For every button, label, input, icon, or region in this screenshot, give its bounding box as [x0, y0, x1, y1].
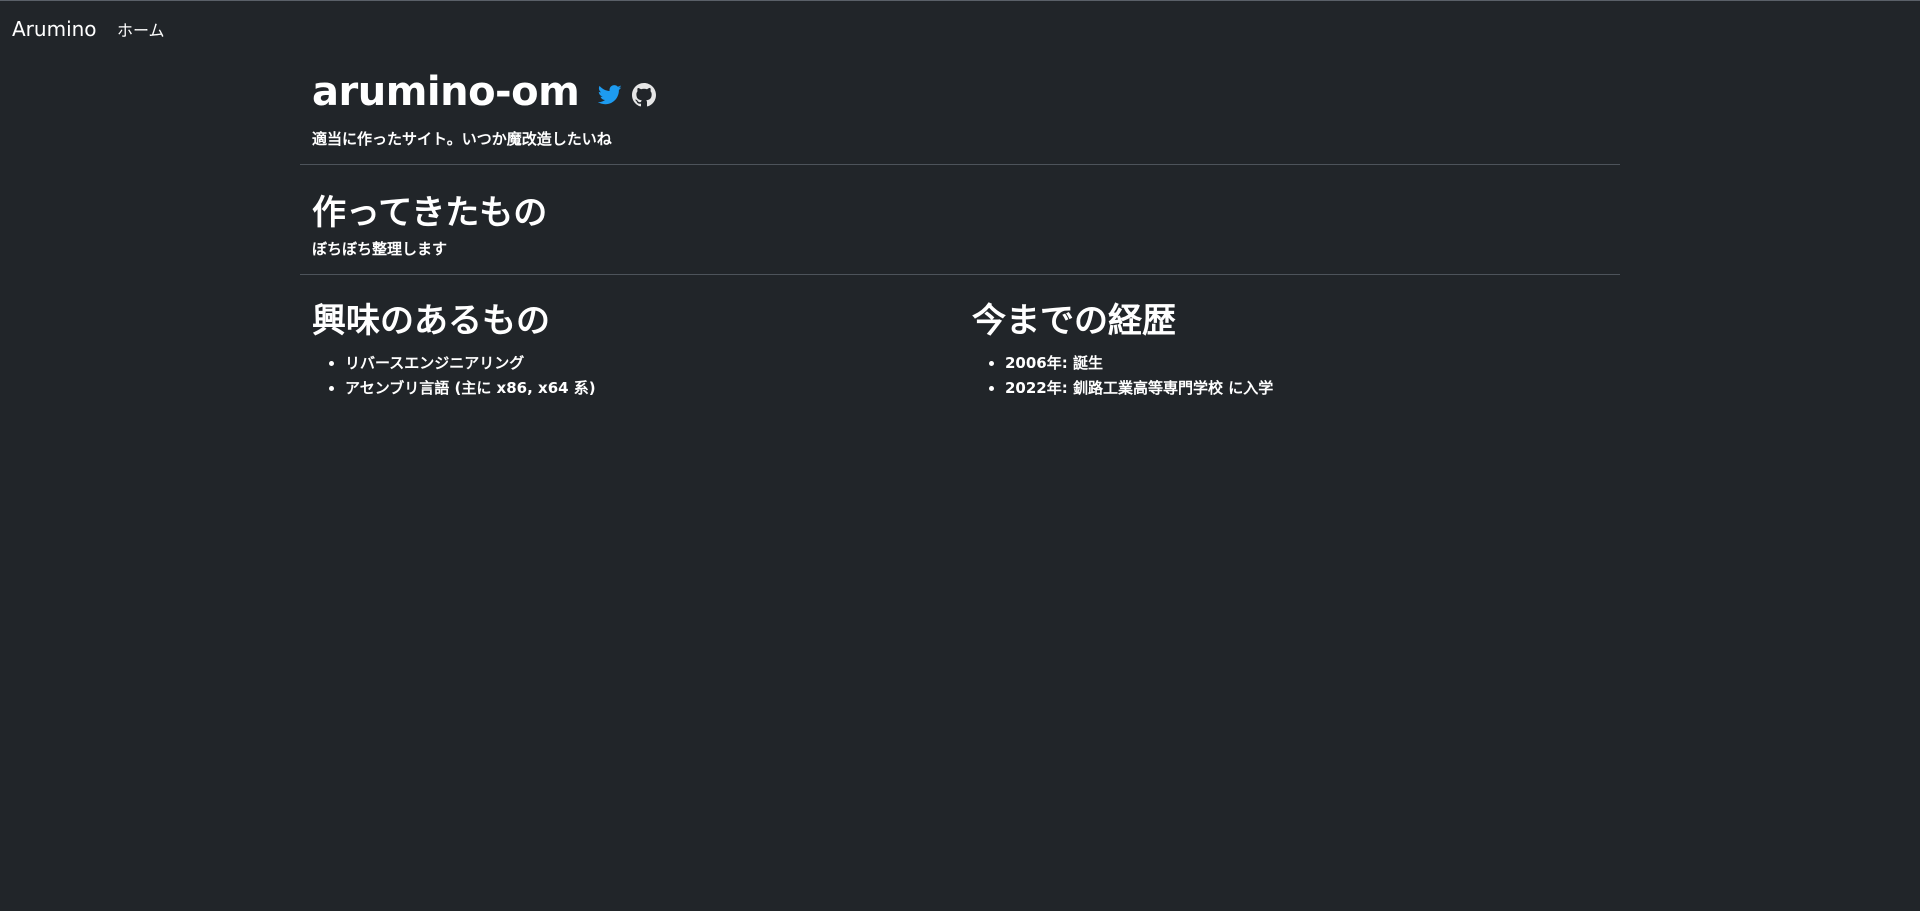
history-section: 今までの経歴 2006年: 誕生 2022年: 釧路工業高等専門学校 に入学 [960, 299, 1620, 401]
navbar-brand[interactable]: Arumino [12, 16, 97, 42]
main-container: arumino-om 適当に作ったサイト。いつか魔改造したいね 作ってきたもの … [300, 58, 1620, 401]
github-icon[interactable] [631, 82, 657, 108]
twitter-icon[interactable] [597, 82, 623, 108]
interests-list: リバースエンジニアリング アセンブリ言語 (主に x86, x64 系) [312, 351, 948, 401]
nav-link-home[interactable]: ホーム [117, 20, 165, 42]
list-item: アセンブリ言語 (主に x86, x64 系) [345, 376, 948, 401]
history-list: 2006年: 誕生 2022年: 釧路工業高等専門学校 に入学 [972, 351, 1608, 401]
works-section: 作ってきたもの ぼちぼち整理します [300, 165, 1620, 259]
history-title: 今までの経歴 [972, 301, 1176, 341]
works-title: 作ってきたもの [312, 193, 548, 233]
title-row: arumino-om [312, 63, 1608, 121]
profile-header: arumino-om 適当に作ったサイト。いつか魔改造したいね [300, 63, 1620, 149]
navbar: Arumino ホーム [0, 1, 1920, 58]
list-item: リバースエンジニアリング [345, 351, 948, 376]
list-item: 2006年: 誕生 [1005, 351, 1608, 376]
site-title: arumino-om [312, 69, 580, 115]
works-subtitle: ぼちぼち整理します [312, 240, 448, 258]
list-item: 2022年: 釧路工業高等専門学校 に入学 [1005, 376, 1608, 401]
interests-section: 興味のあるもの リバースエンジニアリング アセンブリ言語 (主に x86, x6… [300, 299, 960, 401]
interests-title: 興味のあるもの [312, 301, 550, 341]
info-columns: 興味のあるもの リバースエンジニアリング アセンブリ言語 (主に x86, x6… [300, 275, 1620, 401]
site-subtitle: 適当に作ったサイト。いつか魔改造したいね [312, 130, 612, 148]
